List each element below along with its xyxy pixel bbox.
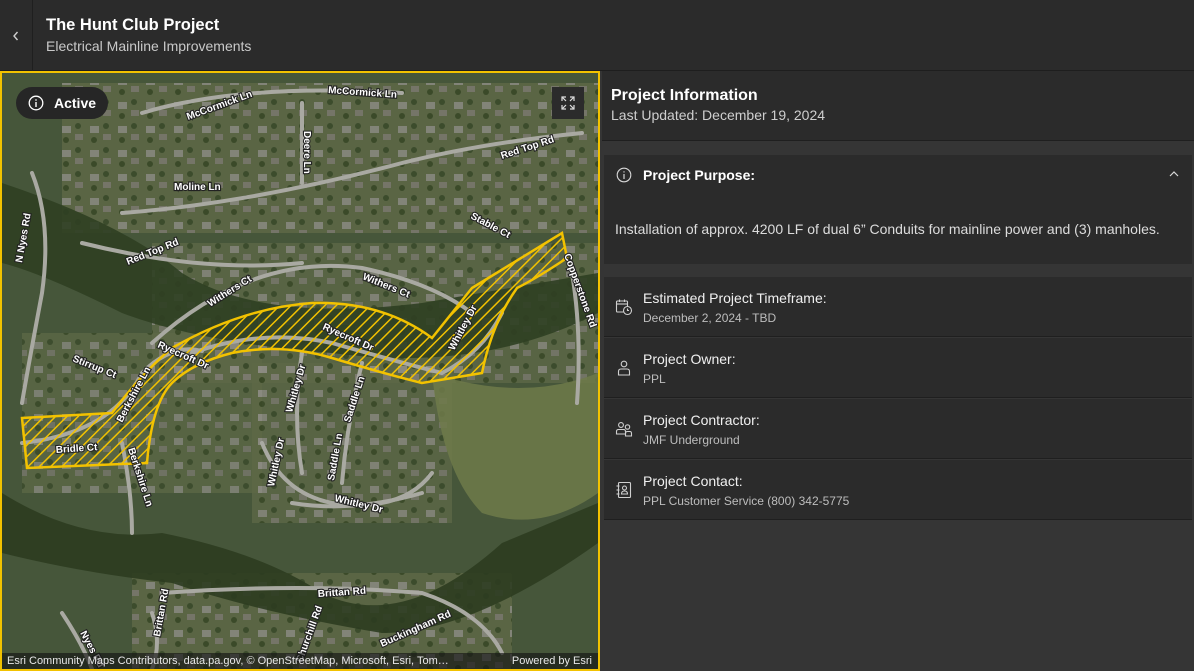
project-info-header: Project Information Last Updated: Decemb… (602, 71, 1194, 141)
contact-card: Project Contact: PPL Customer Service (8… (604, 460, 1192, 520)
chevron-up-icon (1169, 171, 1179, 177)
page-subtitle: Electrical Mainline Improvements (46, 38, 252, 54)
map-view[interactable]: McCormick Ln McCormick Ln Deere Ln Red T… (0, 71, 600, 671)
attribution-credits[interactable]: Esri Community Maps Contributors, data.p… (7, 653, 449, 669)
owner-card: Project Owner: PPL (604, 338, 1192, 398)
calendar-clock-icon (615, 299, 633, 316)
project-info-panel: Project Information Last Updated: Decemb… (602, 71, 1194, 671)
people-icon (615, 422, 633, 437)
status-label: Active (54, 95, 97, 111)
contact-value: PPL Customer Service (800) 342-5775 (643, 494, 850, 508)
project-purpose-label: Project Purpose: (643, 167, 756, 183)
street-label: Deere Ln (301, 131, 312, 174)
contractor-label: Project Contractor: (643, 412, 760, 428)
contact-book-icon (616, 481, 632, 499)
timeframe-label: Estimated Project Timeframe: (643, 290, 827, 306)
info-icon (28, 95, 44, 111)
project-info-title: Project Information (611, 87, 758, 104)
last-updated: Last Updated: December 19, 2024 (611, 107, 826, 123)
street-label: Moline Ln (174, 182, 221, 193)
info-icon (616, 167, 632, 183)
project-purpose-toggle[interactable]: Project Purpose: (604, 155, 1192, 195)
page-title: The Hunt Club Project (46, 16, 220, 34)
contractor-value: JMF Underground (643, 433, 740, 447)
back-button[interactable] (0, 0, 33, 71)
timeframe-value: December 2, 2024 - TBD (643, 311, 777, 325)
project-purpose-card: Project Purpose: Installation of approx.… (604, 155, 1192, 264)
powered-by-esri[interactable]: Powered by Esri (512, 653, 598, 669)
chevron-left-icon (13, 31, 19, 40)
app-header: The Hunt Club Project Electrical Mainlin… (0, 0, 1194, 71)
expand-button[interactable] (552, 87, 584, 119)
owner-label: Project Owner: (643, 351, 736, 367)
person-icon (617, 360, 631, 376)
owner-value: PPL (643, 372, 666, 386)
contractor-card: Project Contractor: JMF Underground (604, 399, 1192, 459)
project-purpose-text: Installation of approx. 4200 LF of dual … (615, 221, 1160, 237)
expand-icon (561, 96, 575, 110)
status-badge[interactable]: Active (16, 87, 109, 119)
aerial-map: McCormick Ln McCormick Ln Deere Ln Red T… (2, 73, 598, 669)
contact-label: Project Contact: (643, 473, 743, 489)
map-attribution: Esri Community Maps Contributors, data.p… (2, 653, 598, 669)
timeframe-card: Estimated Project Timeframe: December 2,… (604, 277, 1192, 337)
